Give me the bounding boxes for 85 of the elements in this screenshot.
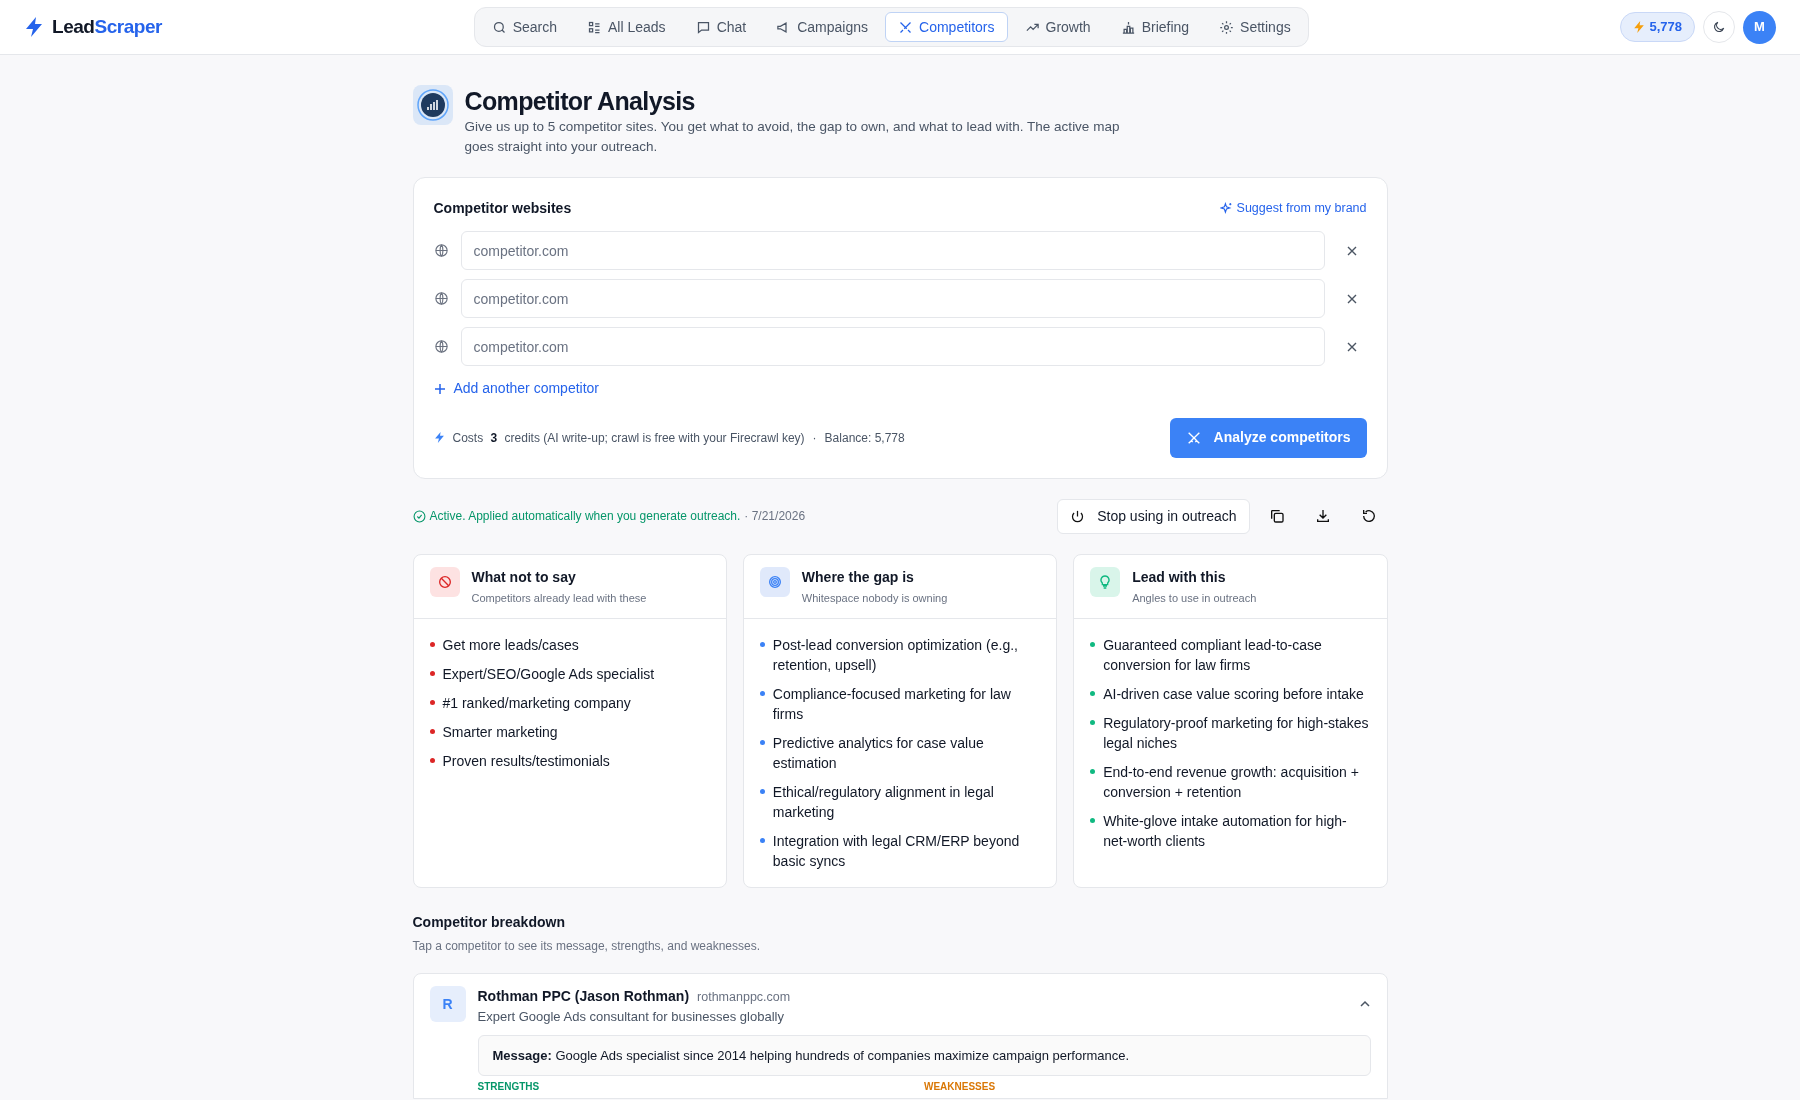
- sparkle-icon: [1219, 202, 1233, 215]
- analyze-button[interactable]: Analyze competitors: [1169, 417, 1367, 458]
- nav-tab[interactable]: Settings: [1206, 12, 1304, 42]
- nav-tab[interactable]: Growth: [1011, 12, 1104, 42]
- list-item-text: White-glove intake automation for high-net-worth clients: [1103, 812, 1348, 851]
- card-title: Where the gap is: [801, 567, 915, 587]
- swords-icon: [898, 19, 914, 35]
- refresh-icon: [1360, 508, 1377, 524]
- close-icon: [1346, 245, 1357, 256]
- list-item-text: Ethical/regulatory alignment in legal marketing: [772, 783, 995, 822]
- bolt-icon: [1633, 20, 1646, 34]
- page-title: Competitor Analysis: [464, 86, 696, 117]
- card-title: What not to say: [471, 567, 577, 587]
- list-item-text: Expert/SEO/Google Ads specialist: [442, 665, 655, 684]
- bolt-icon: [433, 431, 445, 444]
- list-item-text: Proven results/testimonials: [442, 752, 610, 771]
- balance-text: Balance: 5,778: [824, 429, 905, 447]
- section-subtitle: Tap a competitor to see its message, strengths, and weaknesses.: [412, 938, 761, 955]
- list-item-text: End-to-end revenue growth: acquisition + conversion + retention: [1103, 763, 1360, 802]
- theme-toggle[interactable]: [1703, 11, 1735, 43]
- card-subtitle: Angles to use in outreach: [1132, 590, 1257, 606]
- list-item-text: AI-driven case value scoring before intake: [1103, 685, 1364, 704]
- list-item-text: Guaranteed compliant lead-to-case conversion for law firms: [1103, 636, 1323, 675]
- bolt-icon: [24, 16, 44, 38]
- nav-tab[interactable]: Campaigns: [763, 12, 882, 42]
- page-logo-icon: [412, 85, 453, 125]
- section-title: Competitor websites: [433, 199, 572, 218]
- website-input[interactable]: competitor.com: [460, 231, 1325, 270]
- page-description: Give us up to 5 competitor sites. You get what to avoid, the gap to own, and what to lead with. The active map goes straight into your outreach.: [464, 118, 1121, 156]
- cost-text: Costs 3 credits (AI write-up; crawl is free with your Firecrawl key): [452, 429, 805, 447]
- competitor-tagline: Expert Google Ads consultant for businesses globally: [477, 1008, 785, 1026]
- competitor-card[interactable]: [412, 973, 1388, 1099]
- chat-icon: [695, 19, 711, 35]
- list-item-text: Integration with legal CRM/ERP beyond basic syncs: [772, 832, 1021, 871]
- weaknesses-label: WEAKNESSES: [924, 1080, 996, 1094]
- suggest-link[interactable]: Suggest from my brand: [1219, 199, 1367, 218]
- strengths-label: STRENGTHS: [477, 1080, 541, 1094]
- separator-dot: ·: [812, 429, 817, 447]
- list-item-text: Predictive analytics for case value estimation: [772, 734, 985, 773]
- section-title: Competitor breakdown: [412, 913, 566, 932]
- download-icon: [1314, 508, 1331, 524]
- list-item-text: Get more leads/cases: [442, 636, 579, 655]
- moon-icon: [1712, 20, 1726, 34]
- website-input[interactable]: competitor.com: [460, 327, 1325, 366]
- plus-icon: [433, 382, 446, 395]
- nav-tab[interactable]: All Leads: [574, 12, 679, 42]
- list-item-text: Regulatory-proof marketing for high-stakes legal niches: [1103, 714, 1370, 753]
- stop-button[interactable]: Stop using in outreach: [1057, 498, 1250, 534]
- list-icon: [587, 19, 603, 35]
- list-item-text: Smarter marketing: [442, 723, 558, 742]
- brand-logo[interactable]: LeadScraper: [52, 12, 162, 42]
- nav-tab[interactable]: Briefing: [1107, 12, 1203, 42]
- lightbulb-icon: [1090, 566, 1121, 597]
- close-icon: [1346, 293, 1357, 304]
- status-date: · 7/21/2026: [744, 508, 806, 525]
- website-input[interactable]: competitor.com: [460, 279, 1325, 318]
- credits-badge[interactable]: 5,778: [1620, 12, 1695, 42]
- card-title: Lead with this: [1132, 567, 1227, 587]
- target-icon: [759, 566, 790, 597]
- add-competitor-link[interactable]: Add another competitor: [433, 378, 600, 399]
- card-subtitle: Whitespace nobody is owning: [801, 590, 948, 606]
- globe-icon: [433, 339, 449, 354]
- ban-icon: [429, 566, 460, 597]
- gear-icon: [1219, 19, 1235, 35]
- status-text: Active. Applied automatically when you generate outreach.: [429, 508, 741, 525]
- nav-tab[interactable]: Competitors: [885, 12, 1008, 42]
- message-box: Message: Google Ads specialist since 2014 helping hundreds of companies maximize campaign performance.: [477, 1034, 1371, 1076]
- list-item-text: Post-lead conversion optimization (e.g., retention, upsell): [772, 636, 1019, 675]
- nav-tab[interactable]: Search: [478, 12, 571, 42]
- search-icon: [491, 19, 507, 35]
- check-circle-icon: [412, 509, 426, 523]
- competitor-name: Rothman PPC (Jason Rothman): [477, 987, 690, 1006]
- list-item-text: #1 ranked/marketing company: [442, 694, 631, 713]
- podium-icon: [1120, 19, 1136, 35]
- globe-icon: [433, 291, 449, 306]
- list-item-text: Compliance-focused marketing for law firms: [772, 685, 1012, 724]
- globe-icon: [433, 243, 449, 258]
- close-icon: [1346, 341, 1357, 352]
- power-icon: [1070, 508, 1086, 524]
- nav-tab[interactable]: Chat: [682, 12, 760, 42]
- user-avatar[interactable]: M: [1743, 10, 1776, 44]
- competitor-domain: rothmanppc.com: [697, 989, 791, 1006]
- competitor-avatar: R: [429, 986, 466, 1022]
- card-subtitle: Competitors already lead with these: [471, 590, 647, 606]
- copy-icon: [1268, 508, 1285, 524]
